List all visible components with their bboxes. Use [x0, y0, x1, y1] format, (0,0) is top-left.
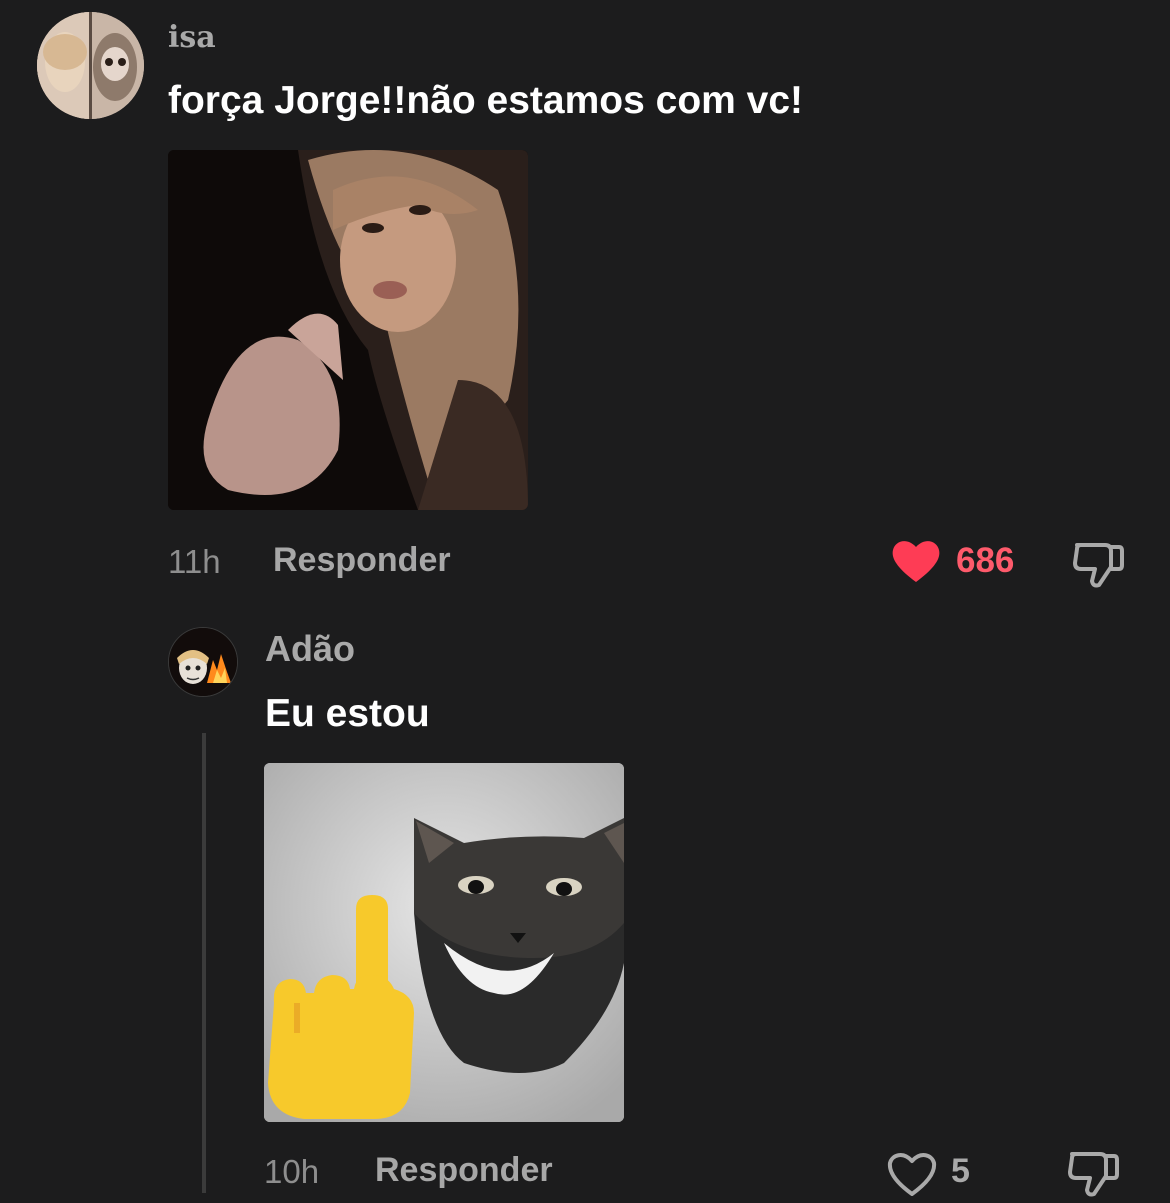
gif-image	[168, 150, 528, 510]
comment-timestamp: 11h	[168, 543, 221, 580]
comment-text: força Jorge!!não estamos com vc!	[168, 79, 804, 122]
gif-image	[264, 763, 624, 1122]
like-count: 5	[951, 1152, 970, 1190]
comment-author[interactable]: isa	[168, 20, 216, 55]
like-count: 686	[956, 541, 1015, 580]
avatar-isa[interactable]	[37, 12, 144, 119]
comment-text: Eu estou	[265, 692, 430, 735]
heart-filled-icon[interactable]	[891, 538, 941, 584]
heart-outline-icon[interactable]	[886, 1150, 938, 1198]
avatar-image	[37, 12, 144, 119]
thumbs-down-icon[interactable]	[1071, 539, 1125, 589]
avatar-image	[169, 628, 237, 696]
reply-button[interactable]: Responder	[375, 1151, 553, 1190]
reply-button[interactable]: Responder	[273, 541, 451, 580]
comment-author[interactable]: Adão	[265, 628, 355, 670]
avatar-adao[interactable]	[168, 627, 238, 697]
thread-line	[202, 733, 206, 1193]
comment-gif[interactable]	[168, 150, 528, 510]
comment-timestamp: 10h	[264, 1153, 320, 1190]
comment-gif[interactable]	[264, 763, 624, 1122]
thumbs-down-icon[interactable]	[1066, 1148, 1120, 1198]
